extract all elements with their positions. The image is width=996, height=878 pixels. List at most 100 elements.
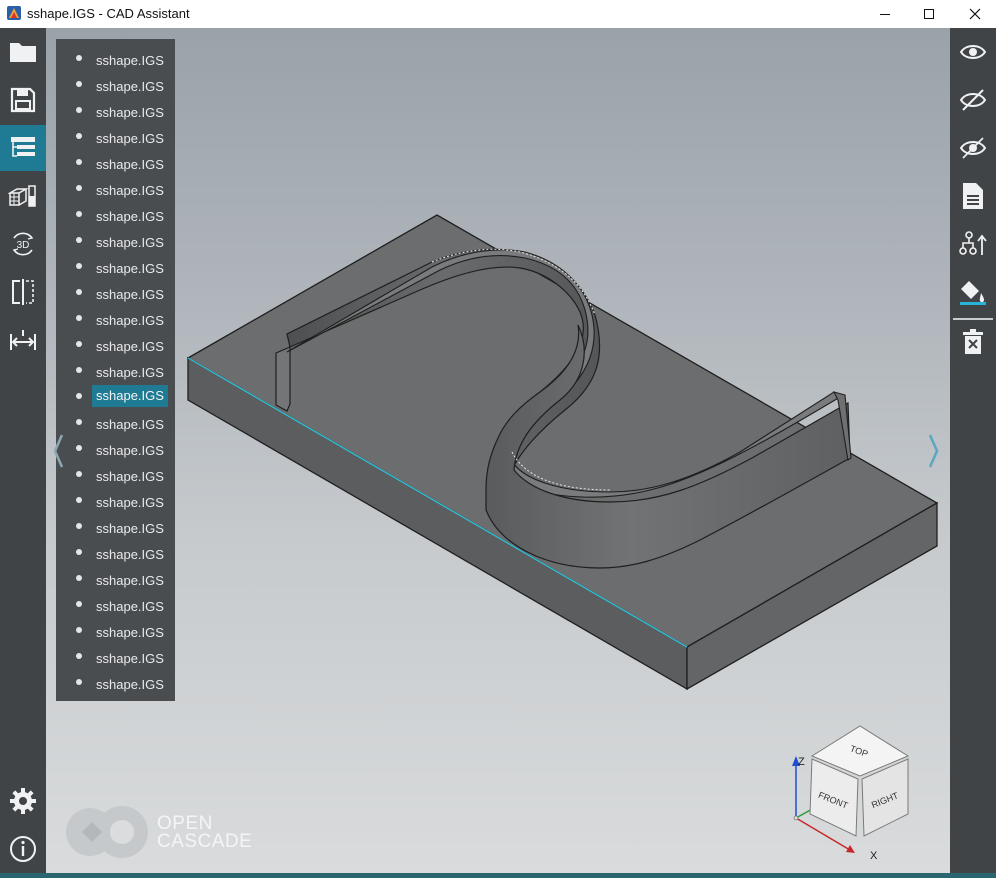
tree-item[interactable]: sshape.IGS bbox=[56, 227, 175, 253]
tree-item[interactable]: sshape.IGS bbox=[56, 71, 175, 97]
close-button[interactable] bbox=[952, 0, 996, 28]
tree-item[interactable]: sshape.IGS bbox=[56, 305, 175, 331]
tree-item-label: sshape.IGS bbox=[96, 651, 164, 666]
tree-bullet-icon bbox=[76, 289, 82, 295]
display-mode-button[interactable] bbox=[0, 173, 46, 219]
tree-item[interactable]: sshape.IGS bbox=[56, 513, 175, 539]
tree-item[interactable]: sshape.IGS bbox=[56, 591, 175, 617]
show-only-button[interactable] bbox=[950, 125, 996, 171]
tree-item-label: sshape.IGS bbox=[96, 339, 164, 354]
tree-item-label: sshape.IGS bbox=[96, 573, 164, 588]
tree-item[interactable]: sshape.IGS bbox=[56, 253, 175, 279]
color-button[interactable] bbox=[950, 269, 996, 315]
clipping-plane-button[interactable] bbox=[0, 269, 46, 315]
3d-viewport[interactable]: sshape.IGS sshape.IGS sshape.IGS sshape.IGS… bbox=[46, 28, 950, 873]
tree-item[interactable]: sshape.IGS bbox=[56, 331, 175, 357]
tree-item-label: sshape.IGS bbox=[96, 79, 164, 94]
tree-item-label: sshape.IGS bbox=[96, 131, 164, 146]
open-file-button[interactable] bbox=[0, 29, 46, 75]
logo-text-cascade: CASCADE bbox=[157, 831, 253, 852]
tree-item[interactable]: sshape.IGS bbox=[56, 279, 175, 305]
title-bar: sshape.IGS - CAD Assistant bbox=[0, 0, 996, 28]
chevron-right-icon[interactable] bbox=[926, 432, 940, 470]
tree-item[interactable]: sshape.IGS bbox=[56, 409, 175, 435]
open-cascade-logo-icon bbox=[66, 806, 148, 858]
tree-item-label: sshape.IGS bbox=[96, 53, 164, 68]
show-button[interactable] bbox=[950, 29, 996, 75]
tree-bullet-icon bbox=[76, 211, 82, 217]
display-mode-icon bbox=[8, 185, 36, 207]
tree-item[interactable]: sshape.IGS bbox=[56, 643, 175, 669]
tree-bullet-icon bbox=[76, 419, 82, 425]
tree-bullet-icon bbox=[76, 471, 82, 477]
3d-view-button[interactable]: 3D bbox=[0, 221, 46, 267]
tree-bullet-icon bbox=[76, 107, 82, 113]
info-icon bbox=[10, 836, 36, 862]
minimize-button[interactable] bbox=[862, 0, 908, 28]
tree-item[interactable]: sshape.IGS bbox=[56, 617, 175, 643]
tree-item-label: sshape.IGS bbox=[96, 313, 164, 328]
window-title: sshape.IGS - CAD Assistant bbox=[27, 6, 190, 21]
right-toolbar bbox=[950, 28, 996, 873]
tree-bullet-icon bbox=[76, 679, 82, 685]
tree-item[interactable]: sshape.IGS bbox=[56, 487, 175, 513]
model-tree-panel: sshape.IGS sshape.IGS sshape.IGS sshape.IGS… bbox=[56, 39, 175, 701]
tree-item-label: sshape.IGS bbox=[96, 105, 164, 120]
tree-bullet-icon bbox=[76, 81, 82, 87]
toolbar-divider bbox=[953, 318, 993, 320]
gear-icon bbox=[10, 788, 36, 814]
measure-button[interactable] bbox=[0, 317, 46, 363]
tree-item[interactable]: sshape.IGS bbox=[56, 669, 175, 695]
explode-button[interactable] bbox=[950, 221, 996, 267]
tree-bullet-icon bbox=[76, 55, 82, 61]
tree-item-label: sshape.IGS bbox=[96, 547, 164, 562]
tree-bullet-icon bbox=[76, 159, 82, 165]
app-logo-icon bbox=[7, 6, 21, 20]
tree-bullet-icon bbox=[76, 445, 82, 451]
tree-item-label: sshape.IGS bbox=[96, 521, 164, 536]
delete-button[interactable] bbox=[950, 319, 996, 365]
tree-item-label: sshape.IGS bbox=[96, 209, 164, 224]
tree-bullet-icon bbox=[76, 549, 82, 555]
3d-view-icon: 3D bbox=[12, 232, 34, 256]
tree-item[interactable]: sshape.IGS bbox=[56, 435, 175, 461]
minimize-icon bbox=[880, 14, 890, 15]
tree-item-label: sshape.IGS bbox=[92, 385, 168, 407]
settings-button[interactable] bbox=[0, 778, 46, 824]
tree-item[interactable]: sshape.IGS bbox=[56, 461, 175, 487]
tree-item-label: sshape.IGS bbox=[96, 261, 164, 276]
paint-bucket-icon bbox=[960, 281, 986, 305]
maximize-button[interactable] bbox=[906, 0, 952, 28]
view-cube[interactable]: TOP FRONT RIGHT Z X bbox=[782, 718, 922, 868]
tree-item[interactable]: sshape.IGS bbox=[56, 45, 175, 71]
tree-item-label: sshape.IGS bbox=[96, 235, 164, 250]
tree-item[interactable]: sshape.IGS bbox=[56, 539, 175, 565]
model-tree-button[interactable] bbox=[0, 125, 46, 171]
explode-icon bbox=[959, 231, 987, 255]
tree-item[interactable]: sshape.IGS bbox=[56, 357, 175, 383]
model-tree-icon bbox=[11, 137, 35, 157]
tree-item[interactable]: sshape.IGS bbox=[56, 383, 175, 409]
tree-bullet-icon bbox=[76, 653, 82, 659]
left-toolbar: 3D bbox=[0, 28, 46, 873]
tree-item[interactable]: sshape.IGS bbox=[56, 149, 175, 175]
about-button[interactable] bbox=[0, 826, 46, 872]
properties-button[interactable] bbox=[950, 173, 996, 219]
tree-item-label: sshape.IGS bbox=[96, 183, 164, 198]
clipping-plane-icon bbox=[12, 279, 34, 305]
close-icon bbox=[969, 8, 981, 20]
tree-bullet-icon bbox=[76, 133, 82, 139]
chevron-left-icon[interactable] bbox=[52, 432, 66, 470]
tree-item[interactable]: sshape.IGS bbox=[56, 201, 175, 227]
tree-item[interactable]: sshape.IGS bbox=[56, 565, 175, 591]
tree-item[interactable]: sshape.IGS bbox=[56, 123, 175, 149]
tree-item-label: sshape.IGS bbox=[96, 677, 164, 692]
tree-bullet-icon bbox=[76, 341, 82, 347]
save-button[interactable] bbox=[0, 77, 46, 123]
tree-item[interactable]: sshape.IGS bbox=[56, 97, 175, 123]
tree-item[interactable]: sshape.IGS bbox=[56, 175, 175, 201]
view-cube-graphic: TOP FRONT RIGHT bbox=[792, 725, 910, 853]
tree-item-label: sshape.IGS bbox=[96, 469, 164, 484]
hide-button[interactable] bbox=[950, 77, 996, 123]
delete-icon bbox=[963, 329, 983, 354]
